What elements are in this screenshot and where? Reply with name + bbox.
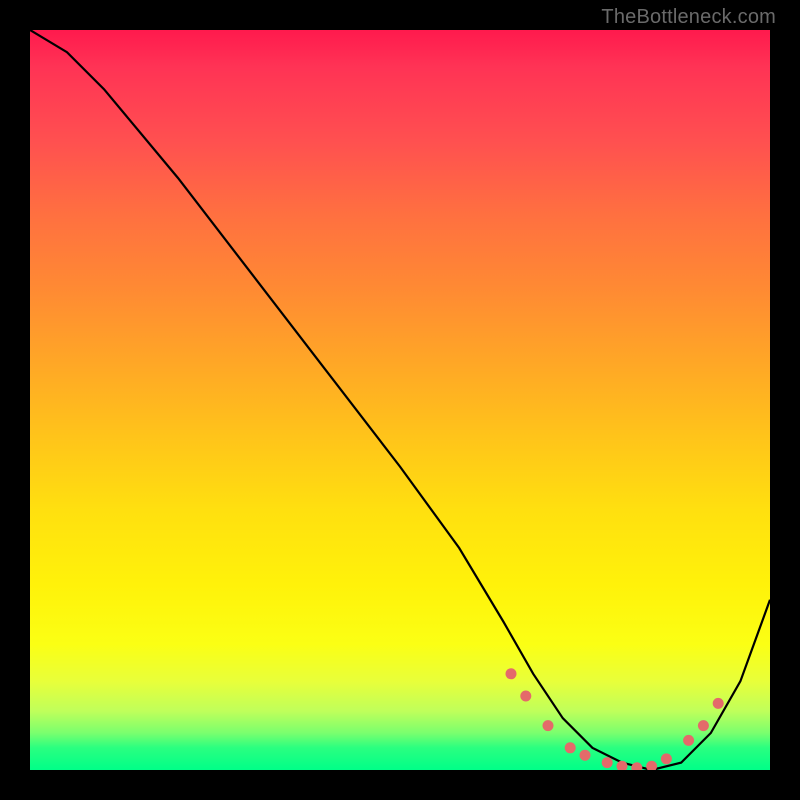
plot-area [30, 30, 770, 770]
marker-dot [646, 761, 657, 770]
marker-dot [580, 750, 591, 761]
marker-dot [520, 691, 531, 702]
chart-container: TheBottleneck.com [0, 0, 800, 800]
marker-dot [617, 761, 628, 770]
marker-dot [631, 762, 642, 770]
marker-dot [543, 720, 554, 731]
bottleneck-curve [30, 30, 770, 770]
marker-dot [506, 668, 517, 679]
marker-dot [698, 720, 709, 731]
marker-dot [661, 753, 672, 764]
marker-dot [713, 698, 724, 709]
marker-dot [565, 742, 576, 753]
marker-dot [602, 757, 613, 768]
watermark-text: TheBottleneck.com [601, 6, 776, 29]
chart-svg [30, 30, 770, 770]
marker-dot [683, 735, 694, 746]
marker-dots [506, 668, 724, 770]
